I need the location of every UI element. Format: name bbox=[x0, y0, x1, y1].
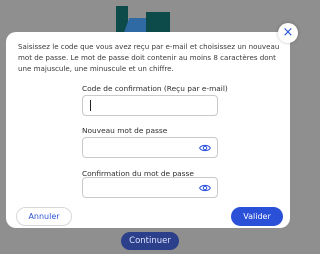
cancel-button[interactable]: Annuler bbox=[16, 207, 72, 226]
confirmation-code-field[interactable] bbox=[82, 95, 218, 116]
confirmation-code-input[interactable] bbox=[89, 99, 199, 112]
close-icon: × bbox=[282, 25, 294, 40]
close-button[interactable]: × bbox=[278, 23, 298, 43]
new-password-input[interactable] bbox=[89, 141, 199, 154]
instructions-text: Saisissez le code que vous avez reçu par… bbox=[18, 42, 280, 73]
new-password-label: Nouveau mot de passe bbox=[82, 126, 168, 135]
confirmation-code-label: Code de confirmation (Reçu par e-mail) bbox=[82, 84, 228, 93]
eye-icon[interactable] bbox=[199, 183, 211, 193]
continue-button: Continuer bbox=[121, 232, 179, 250]
validate-button[interactable]: Valider bbox=[231, 207, 283, 226]
confirm-password-input[interactable] bbox=[89, 181, 199, 194]
confirm-password-field[interactable] bbox=[82, 177, 218, 198]
new-password-field[interactable] bbox=[82, 137, 218, 158]
eye-icon[interactable] bbox=[199, 143, 211, 153]
